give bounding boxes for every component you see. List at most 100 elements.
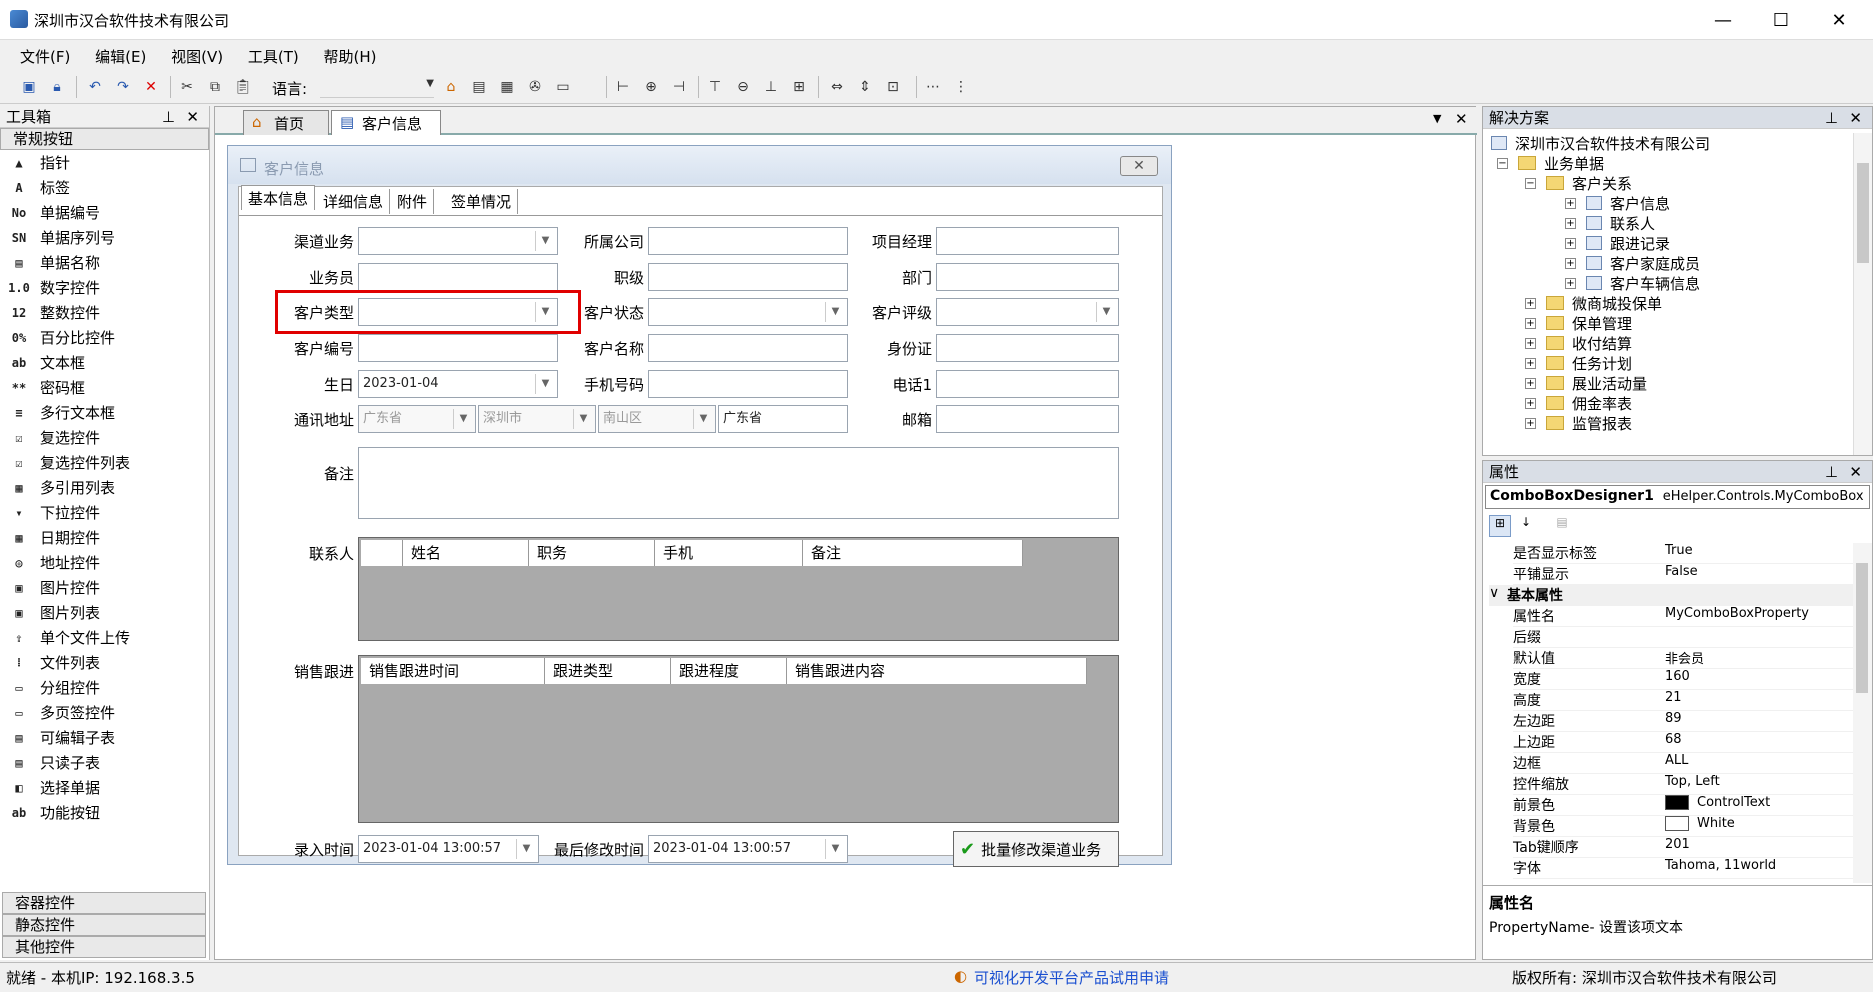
expand-icon[interactable]: + <box>1525 417 1536 429</box>
expand-icon[interactable]: + <box>1525 297 1536 309</box>
department-input[interactable] <box>936 263 1119 291</box>
followup-col-header[interactable]: 跟进类型 <box>545 658 671 684</box>
birthday-date[interactable]: 2023-01-04 ▼ <box>358 370 558 398</box>
tree-folder[interactable]: + 佣金率表 <box>1525 393 1632 413</box>
dropdown-arrow-icon[interactable]: ▼ <box>516 839 536 859</box>
menu-tools[interactable]: 工具(T) <box>248 46 299 67</box>
customer-name-input[interactable] <box>648 334 848 362</box>
entry-time-date[interactable]: 2023-01-04 13:00:57 ▼ <box>358 835 539 863</box>
followup-col-header[interactable]: 销售跟进内容 <box>787 658 1087 684</box>
toolbox-item[interactable]: ◎ 地址控件 <box>0 550 209 575</box>
contacts-col-header[interactable]: 姓名 <box>403 540 529 566</box>
tree-leaf[interactable]: + 联系人 <box>1565 213 1655 233</box>
property-scrollbar[interactable] <box>1853 543 1872 883</box>
property-row[interactable]: Tab键顺序 201 <box>1513 837 1853 858</box>
lock-icon[interactable]: 🔒︎ <box>46 76 68 98</box>
salesman-input[interactable] <box>358 263 558 291</box>
tree-leaf[interactable]: + 客户信息 <box>1565 193 1670 213</box>
expand-icon[interactable]: + <box>1525 377 1536 389</box>
expand-icon[interactable]: + <box>1525 357 1536 369</box>
toolbox-item[interactable]: ▭ 分组控件 <box>0 675 209 700</box>
tree-biz-docs[interactable]: − 业务单据 <box>1497 153 1604 173</box>
property-value[interactable]: Top, Left <box>1665 774 1720 794</box>
toolbox-item[interactable]: ▣ 图片控件 <box>0 575 209 600</box>
expand-icon[interactable]: + <box>1525 337 1536 349</box>
toolbox-item[interactable]: ▭ 多页签控件 <box>0 700 209 725</box>
contacts-col-header[interactable]: 备注 <box>803 540 1023 566</box>
tools-icon[interactable]: ✇ <box>524 76 546 98</box>
toolbox-item[interactable]: ⇪ 单个文件上传 <box>0 625 209 650</box>
property-row[interactable]: 控件缩放 Top, Left <box>1513 774 1853 795</box>
window-icon[interactable]: ▭ <box>552 76 574 98</box>
tab-home[interactable]: ⌂ 首页 <box>243 110 329 135</box>
expand-icon[interactable]: + <box>1525 397 1536 409</box>
cut-icon[interactable]: ✂ <box>176 76 198 98</box>
expand-icon[interactable]: − <box>1497 157 1508 169</box>
customer-status-select[interactable]: ▼ <box>648 298 848 326</box>
property-value[interactable]: MyComboBoxProperty <box>1665 606 1809 626</box>
property-row[interactable]: 边框 ALL <box>1513 753 1853 774</box>
package-icon[interactable]: ▦ <box>496 76 518 98</box>
dropdown-arrow-icon[interactable]: ▼ <box>825 839 845 859</box>
vdistribute-icon[interactable]: ⋮ <box>950 76 972 98</box>
rank-input[interactable] <box>648 263 848 291</box>
tree-leaf[interactable]: + 跟进记录 <box>1565 233 1670 253</box>
tree-root[interactable]: 深圳市汉合软件技术有限公司 <box>1491 133 1710 153</box>
property-value[interactable]: 21 <box>1665 690 1682 710</box>
align-middle-icon[interactable]: ⊖ <box>732 76 754 98</box>
id-card-input[interactable] <box>936 334 1119 362</box>
tab-customer-info[interactable]: ▤ 客户信息 <box>331 110 441 135</box>
dropdown-arrow-icon[interactable]: ▼ <box>573 409 593 429</box>
toolbox-item[interactable]: ab 文本框 <box>0 350 209 375</box>
customer-rating-select[interactable]: ▼ <box>936 298 1119 326</box>
property-value[interactable]: 68 <box>1665 732 1682 752</box>
property-row[interactable]: 上边距 68 <box>1513 732 1853 753</box>
city-select[interactable]: 深圳市 ▼ <box>478 405 596 433</box>
tree-folder[interactable]: + 展业活动量 <box>1525 373 1647 393</box>
menu-edit[interactable]: 编辑(E) <box>95 46 146 67</box>
tree-folder[interactable]: + 保单管理 <box>1525 313 1632 333</box>
tree-folder[interactable]: + 监管报表 <box>1525 413 1632 433</box>
tab-close-icon[interactable]: ✕ <box>1455 110 1468 128</box>
toolbox-item[interactable]: A 标签 <box>0 175 209 200</box>
property-value[interactable]: 89 <box>1665 711 1682 731</box>
followup-grid[interactable]: 销售跟进时间 跟进类型 跟进程度 销售跟进内容 <box>358 655 1119 823</box>
dropdown-arrow-icon[interactable]: ▼ <box>693 409 713 429</box>
toolbox-item[interactable]: ≡ 多行文本框 <box>0 400 209 425</box>
followup-col-header[interactable]: 销售跟进时间 <box>361 658 545 684</box>
form-close-button[interactable]: ✕ <box>1120 156 1158 176</box>
toolbox-item[interactable]: ⁞ 文件列表 <box>0 650 209 675</box>
menu-view[interactable]: 视图(V) <box>171 46 223 67</box>
toolbox-close-icon[interactable]: ✕ <box>186 106 199 128</box>
expand-icon[interactable]: + <box>1565 257 1576 269</box>
hdistribute-icon[interactable]: ⋯ <box>922 76 944 98</box>
toolbox-item[interactable]: SN 单据序列号 <box>0 225 209 250</box>
pin-icon[interactable]: ⊥ <box>1825 107 1838 129</box>
hspace-icon[interactable]: ⇔ <box>826 76 848 98</box>
maximize-button[interactable]: ☐ <box>1752 0 1810 40</box>
property-value[interactable]: Tahoma, 11world <box>1665 858 1776 878</box>
trial-link[interactable]: 可视化开发平台产品试用申请 <box>974 967 1169 988</box>
save-icon[interactable]: ▣ <box>18 76 40 98</box>
expand-icon[interactable]: + <box>1565 277 1576 289</box>
expand-icon[interactable]: + <box>1565 237 1576 249</box>
property-value[interactable]: 160 <box>1665 669 1690 689</box>
tree-folder[interactable]: + 任务计划 <box>1525 353 1632 373</box>
toolbox-item[interactable]: 12 整数控件 <box>0 300 209 325</box>
toolbox-item[interactable]: ** 密码框 <box>0 375 209 400</box>
remark-textarea[interactable] <box>358 447 1119 519</box>
align-right-icon[interactable]: ⊣ <box>668 76 690 98</box>
toolbox-item[interactable]: ▦ 多引用列表 <box>0 475 209 500</box>
modified-time-date[interactable]: 2023-01-04 13:00:57 ▼ <box>648 835 848 863</box>
align-bottom-icon[interactable]: ⊥ <box>760 76 782 98</box>
property-row[interactable]: 前景色 ControlText <box>1513 795 1853 816</box>
followup-col-header[interactable]: 跟进程度 <box>671 658 787 684</box>
alphabetical-icon[interactable]: ↓ <box>1515 515 1537 537</box>
toolbox-group-static[interactable]: 静态控件 <box>2 914 206 936</box>
object-selector[interactable]: ComboBoxDesigner1 eHelper.Controls.MyCom… <box>1485 485 1870 509</box>
toolbox-item[interactable]: ▤ 只读子表 <box>0 750 209 775</box>
close-button[interactable]: ✕ <box>1810 0 1868 40</box>
tree-leaf[interactable]: + 客户车辆信息 <box>1565 273 1700 293</box>
undo-icon[interactable]: ↶ <box>84 76 106 98</box>
tree-folder[interactable]: + 微商城投保单 <box>1525 293 1662 313</box>
